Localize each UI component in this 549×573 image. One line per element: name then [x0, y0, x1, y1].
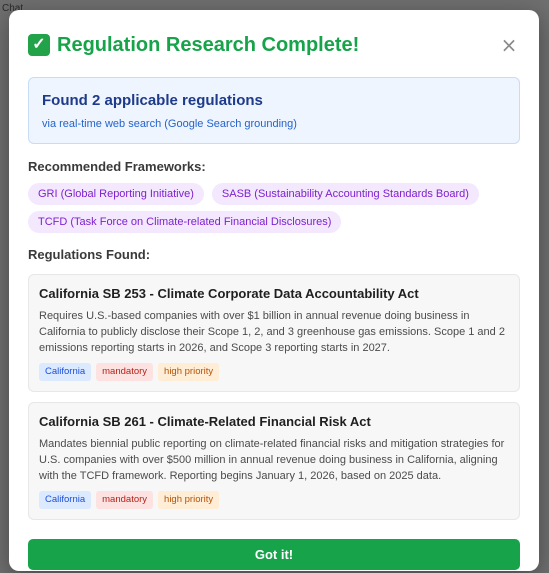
frameworks-list: GRI (Global Reporting Initiative) SASB (…: [28, 183, 520, 233]
frameworks-heading: Recommended Frameworks:: [28, 159, 206, 174]
regulations-heading: Regulations Found:: [28, 247, 151, 262]
regulation-results-modal: ✓ Regulation Research Complete! × Found …: [9, 10, 539, 571]
regulation-tags: California mandatory high priority: [39, 491, 510, 509]
jurisdiction-tag: California: [39, 363, 92, 381]
check-mark-icon: ✓: [28, 34, 50, 56]
got-it-button[interactable]: Got it!: [28, 539, 520, 570]
regulation-description: Mandates biennial public reporting on cl…: [39, 438, 505, 482]
results-summary-box: Found 2 applicable regulations via real-…: [28, 77, 520, 144]
jurisdiction-tag: California: [39, 491, 92, 509]
summary-title: Found 2 applicable regulations: [42, 92, 263, 109]
close-button[interactable]: ×: [498, 35, 520, 55]
mandatory-tag: mandatory: [96, 363, 154, 381]
priority-tag: high priority: [158, 491, 220, 509]
modal-title: ✓ Regulation Research Complete!: [28, 34, 359, 57]
framework-pill: SASB (Sustainability Accounting Standard…: [211, 183, 479, 205]
priority-tag: high priority: [158, 363, 220, 381]
regulation-tags: California mandatory high priority: [39, 363, 510, 381]
framework-pill: TCFD (Task Force on Climate-related Fina…: [28, 211, 342, 233]
regulation-description: Requires U.S.-based companies with over …: [39, 310, 505, 354]
framework-pill: GRI (Global Reporting Initiative): [28, 183, 204, 205]
regulation-title: California SB 253 - Climate Corporate Da…: [39, 286, 419, 301]
modal-header: ✓ Regulation Research Complete! ×: [28, 32, 520, 58]
mandatory-tag: mandatory: [96, 491, 154, 509]
regulation-title: California SB 261 - Climate-Related Fina…: [39, 414, 371, 429]
regulation-card: California SB 261 - Climate-Related Fina…: [28, 402, 520, 520]
regulation-card: California SB 253 - Climate Corporate Da…: [28, 274, 520, 392]
modal-title-text: Regulation Research Complete!: [57, 33, 360, 56]
summary-subtitle: via real-time web search (Google Search …: [42, 118, 297, 130]
